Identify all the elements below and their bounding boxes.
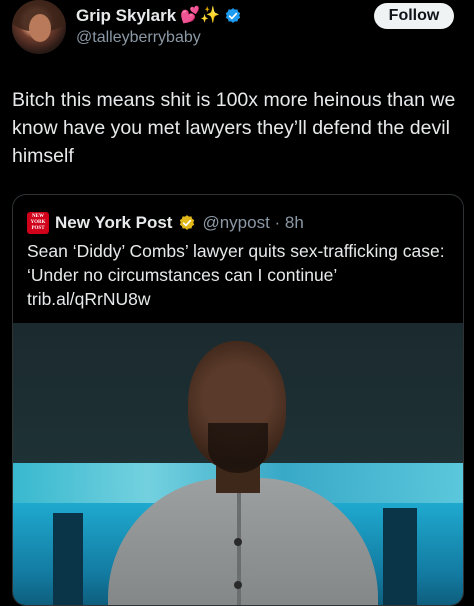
verified-badge-icon [225,8,241,23]
avatar-face [29,14,51,42]
quoted-author-name[interactable]: New York Post [55,213,172,233]
tweet-text: Bitch this means shit is 100x more heino… [12,89,456,167]
shirt-button [234,538,242,546]
author-display-name[interactable]: Grip Skylark [76,6,176,26]
nypost-logo-line-3: POST [31,226,45,231]
person-beard [208,423,268,473]
quoted-tweet-text: Sean ‘Diddy’ Combs’ lawyer quits sex-tra… [27,239,447,311]
stage-shape [383,508,417,605]
quoted-tweet-body: Sean ‘Diddy’ Combs’ lawyer quits sex-tra… [27,241,445,285]
author-emoji: 💕✨ [180,7,221,24]
author-avatar[interactable] [12,0,66,54]
quoted-handle-time: @nypost · 8h [202,213,304,232]
shirt-button [234,581,242,589]
shirt-placket [237,493,241,605]
quoted-tweet-card[interactable]: NEW YORK POST New York Post @nypost · 8h… [12,194,464,606]
nypost-logo-icon[interactable]: NEW YORK POST [27,212,49,234]
author-handle[interactable]: @talleyberrybaby [76,29,201,47]
quoted-tweet-link[interactable]: trib.al/qRrNU8w [27,289,151,309]
quoted-tweet-photo[interactable] [13,323,463,605]
stage-shape [53,513,83,605]
quoted-tweet-header: NEW YORK POST New York Post @nypost · 8h [27,211,304,235]
follow-button[interactable]: Follow [374,3,454,29]
gold-verified-badge-icon [180,215,195,230]
author-name-row: Grip Skylark 💕✨ [76,5,242,27]
